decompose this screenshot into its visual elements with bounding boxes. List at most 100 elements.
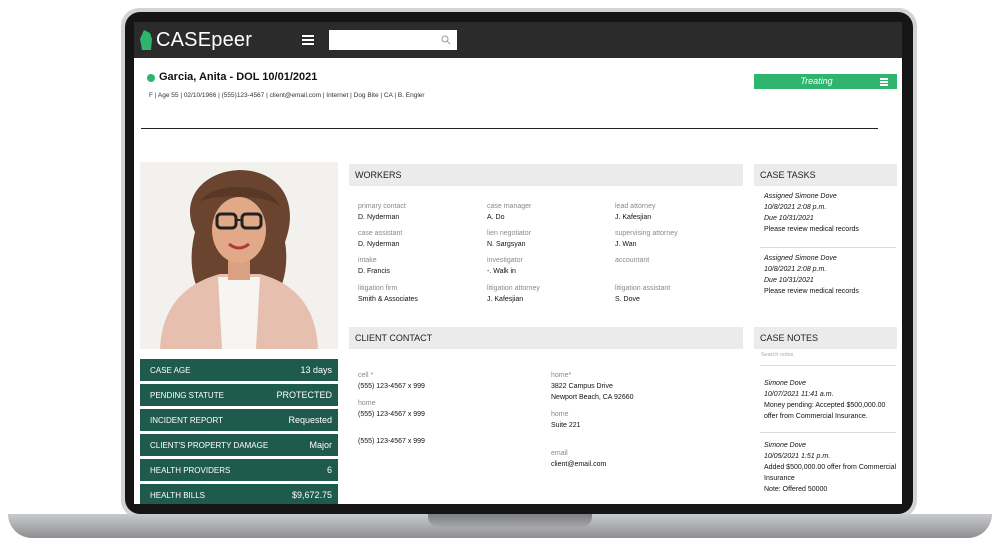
worker-value[interactable]: D. Francis <box>358 268 390 275</box>
task-item[interactable]: Assigned Simone Dove 10/8/2021 2:08 p.m.… <box>764 253 859 297</box>
task-text: Please review medical records <box>764 288 859 295</box>
contact-home-label: home <box>358 400 376 407</box>
worker-label: case assistant <box>358 230 403 237</box>
note-line: Note: Offered 50000 <box>764 486 828 493</box>
contact-email-value[interactable]: client@email.com <box>551 461 606 468</box>
case-status-dropdown[interactable]: Treating <box>754 74 897 89</box>
client-name-title: Garcia, Anita - DOL 10/01/2021 <box>159 71 318 83</box>
task-item[interactable]: Assigned Simone Dove 10/8/2021 2:08 p.m.… <box>764 191 859 235</box>
worker-label: primary contact <box>358 203 406 210</box>
notes-search-input[interactable]: Search notes <box>760 352 897 364</box>
note-line: Added $500,000.00 offer from Commercial <box>764 464 897 471</box>
worker-value[interactable]: D. Nyderman <box>358 241 399 248</box>
task-divider <box>760 247 896 248</box>
stat-label: PENDING STATUTE <box>150 391 224 400</box>
contact-email-label: email <box>551 450 568 457</box>
stat-value: $9,672.75 <box>291 490 332 500</box>
worker-label: case manager <box>487 203 532 210</box>
logo-mark-icon <box>140 30 152 50</box>
note-item[interactable]: Simone Dove 10/07/2021 11:41 a.m. Money … <box>764 378 885 422</box>
stat-incident-report[interactable]: INCIDENT REPORT Requested <box>140 409 338 431</box>
app-logo-text[interactable]: CASEpeer <box>156 29 252 52</box>
note-date: 10/05/2021 1:51 p.m. <box>764 453 831 460</box>
note-item[interactable]: Simone Dove 10/05/2021 1:51 p.m. Added $… <box>764 440 896 495</box>
note-line: Insurance <box>764 475 795 482</box>
client-photo <box>140 162 338 349</box>
notes-search-underline <box>760 365 896 366</box>
note-date: 10/07/2021 11:41 a.m. <box>764 391 834 398</box>
worker-value[interactable]: D. Nyderman <box>358 214 399 221</box>
worker-value[interactable]: J. Wan <box>615 241 637 248</box>
task-date: 10/8/2021 2:08 p.m. <box>764 204 827 211</box>
stat-label: HEALTH PROVIDERS <box>150 466 231 475</box>
app-screen: CASEpeer Garcia, Anita - DOL 10/01/2021 … <box>134 22 902 504</box>
note-author: Simone Dove <box>764 380 807 387</box>
worker-value[interactable]: A. Do <box>487 214 505 221</box>
status-dot-icon <box>147 74 155 82</box>
search-icon[interactable] <box>441 35 451 45</box>
task-text: Please review medical records <box>764 226 859 233</box>
contact-home2-label: home <box>551 411 569 418</box>
stat-health-providers[interactable]: HEALTH PROVIDERS 6 <box>140 459 338 481</box>
global-search-input[interactable] <box>329 30 457 50</box>
task-assigned: Assigned Simone Dove <box>764 255 837 262</box>
note-divider <box>760 432 896 433</box>
case-status-label: Treating <box>800 76 833 86</box>
worker-label: intake <box>358 257 377 264</box>
case-tasks-panel-header: CASE TASKS <box>754 164 897 186</box>
stat-value: 6 <box>326 465 332 475</box>
workers-panel-header: WORKERS <box>349 164 743 186</box>
stat-label: CLIENT'S PROPERTY DAMAGE <box>150 441 269 450</box>
stat-value: PROTECTED <box>276 390 332 400</box>
contact-cell-label: cell * <box>358 372 374 379</box>
worker-value[interactable]: N. Sargsyan <box>487 241 526 248</box>
task-date: 10/8/2021 2:08 p.m. <box>764 266 827 273</box>
contact-address-label: home* <box>551 372 572 379</box>
worker-label: litigation attorney <box>487 285 540 292</box>
contact-cell-value[interactable]: (555) 123-4567 x 999 <box>358 383 425 390</box>
worker-label: accountant <box>615 257 650 264</box>
contact-home2-value[interactable]: Suite 221 <box>551 422 581 429</box>
note-line: Money pending: Accepted $500,000.00 <box>764 402 886 409</box>
menu-icon[interactable] <box>880 78 888 86</box>
top-navbar: CASEpeer <box>134 22 902 58</box>
worker-label: supervising attorney <box>615 230 678 237</box>
worker-value[interactable]: S. Dove <box>615 296 640 303</box>
note-line: offer from Commercial Insurance. <box>764 413 868 420</box>
stat-value: Requested <box>288 415 332 425</box>
stat-pending-statute[interactable]: PENDING STATUTE PROTECTED <box>140 384 338 406</box>
hamburger-icon[interactable] <box>302 35 314 45</box>
stat-health-bills[interactable]: HEALTH BILLS $9,672.75 <box>140 484 338 504</box>
worker-label: investigator <box>487 257 523 264</box>
case-notes-panel-header: CASE NOTES <box>754 327 897 349</box>
stat-case-age[interactable]: CASE AGE 13 days <box>140 359 338 381</box>
stat-label: CASE AGE <box>150 366 191 375</box>
header-divider <box>141 128 878 129</box>
laptop-notch <box>428 514 592 528</box>
worker-label: lien negotiator <box>487 230 531 237</box>
stat-property-damage[interactable]: CLIENT'S PROPERTY DAMAGE Major <box>140 434 338 456</box>
worker-value[interactable]: J. Kafesjian <box>487 296 523 303</box>
task-due: Due 10/31/2021 <box>764 215 814 222</box>
case-stats-list: CASE AGE 13 days PENDING STATUTE PROTECT… <box>140 359 338 504</box>
task-assigned: Assigned Simone Dove <box>764 193 837 200</box>
contact-other-value[interactable]: (555) 123-4567 x 999 <box>358 438 425 445</box>
task-due: Due 10/31/2021 <box>764 277 814 284</box>
stat-value: 13 days <box>300 365 332 375</box>
worker-value[interactable]: J. Kafesjian <box>615 214 651 221</box>
worker-value[interactable]: Smith & Associates <box>358 296 418 303</box>
worker-value[interactable]: -. Walk in <box>487 268 516 275</box>
contact-address-line2[interactable]: Newport Beach, CA 92660 <box>551 394 634 401</box>
stat-value: Major <box>309 440 332 450</box>
contact-address-line1[interactable]: 3822 Campus Drive <box>551 383 613 390</box>
client-portrait-image <box>140 162 338 349</box>
stat-label: HEALTH BILLS <box>150 491 205 500</box>
client-meta-line: F | Age 55 | 02/10/1966 | (555)123-4567 … <box>149 92 425 99</box>
worker-label: litigation firm <box>358 285 398 292</box>
contact-home-value[interactable]: (555) 123-4567 x 999 <box>358 411 425 418</box>
worker-label: lead attorney <box>615 203 656 210</box>
client-contact-panel-header: CLIENT CONTACT <box>349 327 743 349</box>
worker-label: litigation assistant <box>615 285 671 292</box>
note-author: Simone Dove <box>764 442 807 449</box>
stat-label: INCIDENT REPORT <box>150 416 224 425</box>
